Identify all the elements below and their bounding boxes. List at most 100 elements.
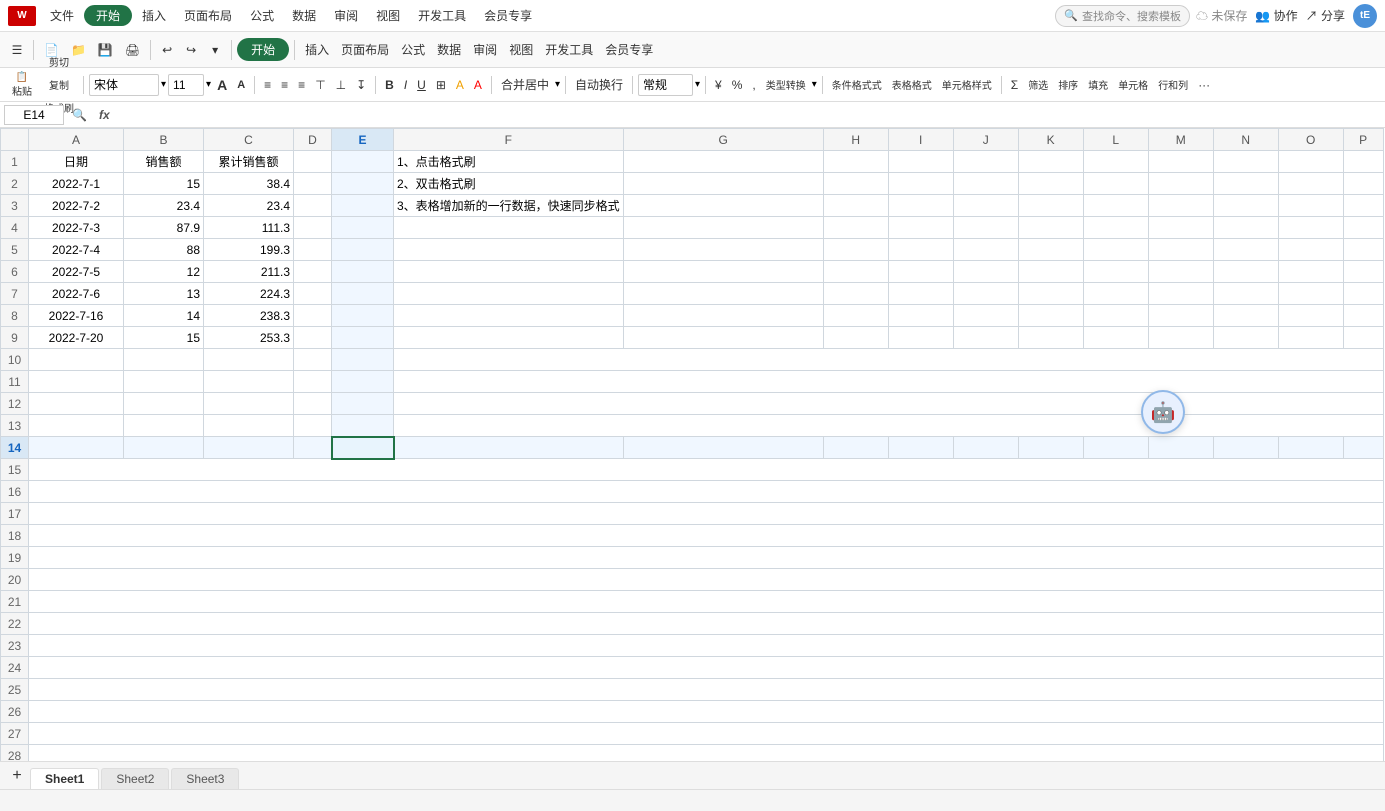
menu-start[interactable]: 开始 bbox=[84, 5, 132, 26]
col-header-E[interactable]: E bbox=[332, 129, 394, 151]
add-sheet-button[interactable]: + bbox=[6, 763, 28, 789]
cell-O2[interactable] bbox=[1278, 173, 1343, 195]
cell-N8[interactable] bbox=[1213, 305, 1278, 327]
cell-D2[interactable] bbox=[294, 173, 332, 195]
font-size-input[interactable] bbox=[168, 74, 204, 96]
cell-I3[interactable] bbox=[888, 195, 953, 217]
cell-L6[interactable] bbox=[1083, 261, 1148, 283]
cell-btn[interactable]: 单元格 bbox=[1114, 74, 1152, 96]
cell-C8[interactable]: 238.3 bbox=[204, 305, 294, 327]
cell-D11[interactable] bbox=[294, 371, 332, 393]
cell-E5[interactable] bbox=[332, 239, 394, 261]
cell-A11[interactable] bbox=[29, 371, 124, 393]
cell-H6[interactable] bbox=[823, 261, 888, 283]
fill-color-button[interactable]: A bbox=[452, 74, 468, 96]
cell-A12[interactable] bbox=[29, 393, 124, 415]
cell-D1[interactable] bbox=[294, 151, 332, 173]
cell-E4[interactable] bbox=[332, 217, 394, 239]
cell-O3[interactable] bbox=[1278, 195, 1343, 217]
cell-K4[interactable] bbox=[1018, 217, 1083, 239]
cell-J4[interactable] bbox=[953, 217, 1018, 239]
cell-D5[interactable] bbox=[294, 239, 332, 261]
col-header-N[interactable]: N bbox=[1213, 129, 1278, 151]
cell-row15[interactable] bbox=[29, 459, 1384, 481]
cell-D7[interactable] bbox=[294, 283, 332, 305]
cell-N7[interactable] bbox=[1213, 283, 1278, 305]
row-col-btn[interactable]: 行和列 bbox=[1154, 74, 1192, 96]
cell-I14[interactable] bbox=[888, 437, 953, 459]
font-size-dropdown[interactable]: ▾ bbox=[206, 79, 211, 90]
insert-menu[interactable]: 插入 bbox=[300, 37, 334, 63]
cell-F5[interactable] bbox=[394, 239, 624, 261]
cell-E1[interactable] bbox=[332, 151, 394, 173]
cell-row17[interactable] bbox=[29, 503, 1384, 525]
cell-E14[interactable] bbox=[332, 437, 394, 459]
cell-M7[interactable] bbox=[1148, 283, 1213, 305]
cell-H2[interactable] bbox=[823, 173, 888, 195]
cell-L14[interactable] bbox=[1083, 437, 1148, 459]
cell-D10[interactable] bbox=[294, 349, 332, 371]
view-menu[interactable]: 视图 bbox=[504, 37, 538, 63]
cell-A6[interactable]: 2022-7-5 bbox=[29, 261, 124, 283]
menu-page-layout[interactable]: 页面布局 bbox=[176, 5, 240, 26]
cell-I1[interactable] bbox=[888, 151, 953, 173]
cell-B9[interactable]: 15 bbox=[124, 327, 204, 349]
cell-O6[interactable] bbox=[1278, 261, 1343, 283]
formula-input[interactable] bbox=[118, 107, 1381, 123]
cell-E3[interactable] bbox=[332, 195, 394, 217]
cell-E9[interactable] bbox=[332, 327, 394, 349]
cell-F12[interactable] bbox=[394, 393, 1384, 415]
bold-button[interactable]: B bbox=[381, 74, 398, 96]
menu-insert[interactable]: 插入 bbox=[134, 5, 174, 26]
font-name-input[interactable] bbox=[89, 74, 159, 96]
menu-data[interactable]: 数据 bbox=[284, 5, 324, 26]
cell-F13[interactable] bbox=[394, 415, 1384, 437]
cell-O1[interactable] bbox=[1278, 151, 1343, 173]
cell-A5[interactable]: 2022-7-4 bbox=[29, 239, 124, 261]
sheet-scroll[interactable]: A B C D E F G H I J K L M N O P bbox=[0, 128, 1385, 761]
cell-B12[interactable] bbox=[124, 393, 204, 415]
underline-button[interactable]: U bbox=[413, 74, 430, 96]
cell-F7[interactable] bbox=[394, 283, 624, 305]
cell-A9[interactable]: 2022-7-20 bbox=[29, 327, 124, 349]
undo-button[interactable]: ↩ bbox=[156, 37, 178, 63]
data-menu[interactable]: 数据 bbox=[432, 37, 466, 63]
cell-B6[interactable]: 12 bbox=[124, 261, 204, 283]
cell-N4[interactable] bbox=[1213, 217, 1278, 239]
align-center-icon[interactable]: ≡ bbox=[277, 74, 292, 96]
cell-H1[interactable] bbox=[823, 151, 888, 173]
cell-G5[interactable] bbox=[623, 239, 823, 261]
redo-dropdown[interactable]: ▾ bbox=[204, 37, 226, 63]
cell-C11[interactable] bbox=[204, 371, 294, 393]
cell-D4[interactable] bbox=[294, 217, 332, 239]
cell-J1[interactable] bbox=[953, 151, 1018, 173]
menu-view[interactable]: 视图 bbox=[368, 5, 408, 26]
cell-J7[interactable] bbox=[953, 283, 1018, 305]
save-status[interactable]: ☁ 未保存 bbox=[1196, 7, 1247, 24]
cell-F14[interactable] bbox=[394, 437, 624, 459]
cell-A4[interactable]: 2022-7-3 bbox=[29, 217, 124, 239]
cell-A13[interactable] bbox=[29, 415, 124, 437]
cell-O5[interactable] bbox=[1278, 239, 1343, 261]
cell-N3[interactable] bbox=[1213, 195, 1278, 217]
cell-C7[interactable]: 224.3 bbox=[204, 283, 294, 305]
cell-M9[interactable] bbox=[1148, 327, 1213, 349]
cell-P7[interactable] bbox=[1343, 283, 1383, 305]
sheet-tab-2[interactable]: Sheet2 bbox=[101, 768, 169, 789]
cell-A14[interactable] bbox=[29, 437, 124, 459]
cell-P1[interactable] bbox=[1343, 151, 1383, 173]
cell-I5[interactable] bbox=[888, 239, 953, 261]
cell-E13[interactable] bbox=[332, 415, 394, 437]
cell-E6[interactable] bbox=[332, 261, 394, 283]
menu-review[interactable]: 审阅 bbox=[326, 5, 366, 26]
col-header-L[interactable]: L bbox=[1083, 129, 1148, 151]
cell-F4[interactable] bbox=[394, 217, 624, 239]
formula-menu[interactable]: 公式 bbox=[396, 37, 430, 63]
cell-J3[interactable] bbox=[953, 195, 1018, 217]
cell-H8[interactable] bbox=[823, 305, 888, 327]
cell-M8[interactable] bbox=[1148, 305, 1213, 327]
percent-button[interactable]: % bbox=[728, 74, 747, 96]
cell-F8[interactable] bbox=[394, 305, 624, 327]
cell-P9[interactable] bbox=[1343, 327, 1383, 349]
cell-L3[interactable] bbox=[1083, 195, 1148, 217]
